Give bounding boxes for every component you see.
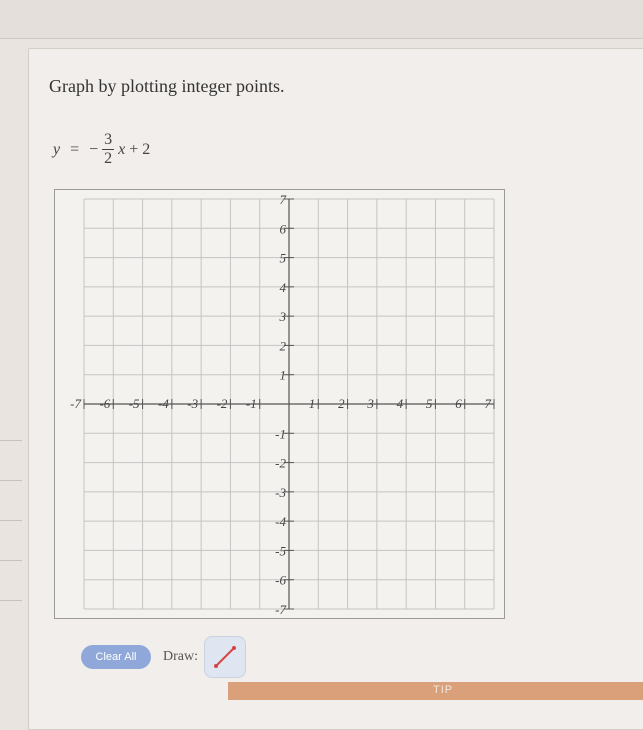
x-tick-label: 4 — [397, 396, 404, 411]
equation-fraction: 3 2 — [102, 131, 115, 168]
line-segment-icon — [214, 646, 236, 668]
x-tick-label: -3 — [187, 396, 198, 411]
x-tick-label: -7 — [70, 396, 81, 411]
y-tick-label: 6 — [280, 221, 287, 236]
y-tick-label: -7 — [275, 602, 286, 617]
y-tick-label: -1 — [275, 426, 286, 441]
equation-variable: x — [118, 140, 126, 158]
question-title: Graph by plotting integer points. — [49, 76, 285, 96]
left-edge-lines — [0, 440, 22, 640]
x-tick-label: -4 — [158, 396, 169, 411]
fraction-numerator: 3 — [104, 131, 113, 148]
x-tick-label: 7 — [485, 396, 492, 411]
equation-constant: + 2 — [129, 140, 151, 158]
x-tick-label: -1 — [246, 396, 257, 411]
x-tick-label: 3 — [366, 396, 374, 411]
y-tick-label: -3 — [275, 485, 286, 500]
y-tick-label: 5 — [280, 251, 287, 266]
fraction-denominator: 2 — [104, 150, 113, 167]
x-tick-label: -6 — [99, 396, 110, 411]
graph-controls: Clear All Draw: — [81, 636, 246, 678]
tip-bar[interactable]: TIP — [228, 682, 643, 700]
x-tick-label: 5 — [426, 396, 433, 411]
equation-sign: − — [89, 140, 99, 158]
question-card: Graph by plotting integer points. y = − … — [28, 48, 643, 730]
y-tick-label: -4 — [275, 514, 286, 529]
browser-top-bar — [0, 0, 643, 39]
tip-label: TIP — [433, 684, 454, 696]
y-tick-label: -5 — [275, 543, 286, 558]
x-tick-label: 6 — [455, 396, 462, 411]
y-tick-label: 2 — [280, 338, 287, 353]
y-tick-label: -2 — [275, 456, 286, 471]
y-tick-label: 3 — [279, 309, 287, 324]
x-tick-label: 2 — [338, 396, 345, 411]
draw-label: Draw: — [163, 649, 198, 664]
line-segment-tool-button[interactable] — [204, 636, 246, 678]
equation-lhs: y — [53, 140, 61, 158]
y-tick-label: -6 — [275, 573, 286, 588]
x-tick-label: -2 — [217, 396, 228, 411]
x-tick-label: -5 — [129, 396, 140, 411]
clear-all-button[interactable]: Clear All — [81, 645, 151, 669]
y-tick-label: 1 — [280, 368, 287, 383]
coordinate-graph[interactable]: -7 -6 -5 -4 -3 -2 -1 1 2 3 4 5 6 7 7 6 5 4 3 2 1 -1 -2 -3 -4 -5 -6… — [54, 189, 505, 619]
y-tick-label: 4 — [280, 280, 287, 295]
equation: y = − 3 2 x + 2 — [53, 131, 150, 168]
y-tick-label: 7 — [280, 192, 287, 207]
equation-equals: = — [70, 140, 80, 158]
x-tick-label: 1 — [309, 396, 316, 411]
